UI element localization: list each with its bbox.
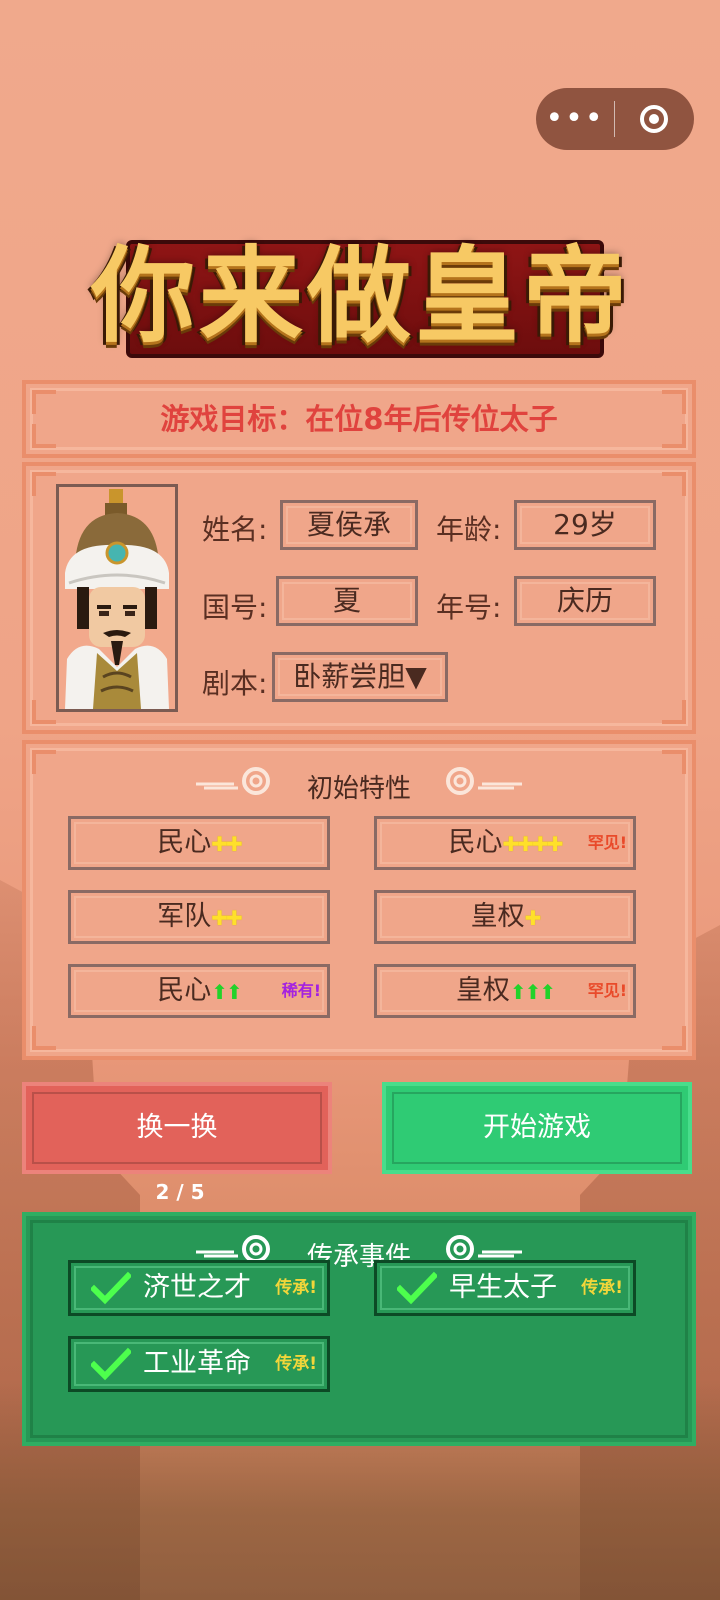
country-label: 国号: xyxy=(202,591,268,624)
legacy-event-card: 早生太子 传承! xyxy=(374,1260,636,1316)
trait-card: 皇权✚ xyxy=(374,890,636,944)
emperor-portrait xyxy=(56,484,178,712)
emperor-portrait-image xyxy=(59,487,175,709)
legacy-event-name: 工业革命 xyxy=(143,1348,251,1379)
trait-name: 皇权 xyxy=(470,901,525,932)
check-icon xyxy=(397,1271,437,1305)
more-icon[interactable]: ••• xyxy=(536,88,614,150)
trait-name: 民心 xyxy=(448,827,503,858)
trait-card: 皇权⬆⬆⬆ 罕见! xyxy=(374,964,636,1018)
trait-card: 民心✚✚ xyxy=(68,816,330,870)
check-icon xyxy=(91,1271,131,1305)
emperor-profile-panel: 姓名: 夏侯承 年龄: 29岁 国号: 夏 年号: 庆历 剧本: 卧薪尝胆▼ xyxy=(22,462,696,734)
plus-icon: ✚ xyxy=(524,906,542,930)
goal-text: 游戏目标：在位8年后传位太子 xyxy=(160,402,558,436)
plus-icon: ✚✚✚✚ xyxy=(502,832,563,856)
trait-name: 皇权 xyxy=(455,975,510,1006)
age-label: 年龄: xyxy=(436,513,502,546)
script-label: 剧本: xyxy=(202,667,268,700)
age-field: 29岁 xyxy=(514,500,656,550)
trait-name: 军队 xyxy=(157,901,212,932)
trait-card: 民心⬆⬆ 稀有! xyxy=(68,964,330,1018)
legacy-event-name: 早生太子 xyxy=(449,1272,557,1303)
trait-rarity-badge: 罕见! xyxy=(587,981,627,1000)
trait-name: 民心 xyxy=(157,975,212,1006)
miniprogram-capsule: ••• xyxy=(536,88,694,150)
legacy-badge: 传承! xyxy=(275,1354,317,1374)
up-arrow-icon: ⬆⬆⬆ xyxy=(509,980,556,1004)
legacy-badge: 传承! xyxy=(275,1278,317,1298)
goal-banner: 游戏目标：在位8年后传位太子 xyxy=(22,380,696,458)
legacy-badge: 传承! xyxy=(581,1278,623,1298)
legacy-event-card: 济世之才 传承! xyxy=(68,1260,330,1316)
check-icon xyxy=(91,1347,131,1381)
trait-name: 民心 xyxy=(157,827,212,858)
script-dropdown[interactable]: 卧薪尝胆▼ xyxy=(272,652,448,702)
legacy-event-card: 工业革命 传承! xyxy=(68,1336,330,1392)
game-title: 你来做皇帝 xyxy=(90,234,631,357)
initial-traits-panel: 初始特性 民心✚✚ 民心✚✚✚✚ 罕见! 军队✚✚ 皇权✚ 民心⬆⬆ 稀有! 皇权⬆⬆⬆ 罕见! xyxy=(22,740,696,1060)
legacy-events-panel: 传承事件 济世之才 传承! 早生太子 传承! 工业革命 传承! xyxy=(22,1212,696,1446)
cloud-ornament-right-icon xyxy=(446,767,522,795)
traits-title: 初始特性 xyxy=(306,774,411,804)
era-field: 庆历 xyxy=(514,576,656,626)
trait-rarity-badge: 稀有! xyxy=(281,981,321,1000)
trait-label: 民心✚✚ xyxy=(71,819,327,868)
up-arrow-icon: ⬆⬆ xyxy=(211,980,242,1004)
trait-card: 军队✚✚ xyxy=(68,890,330,944)
game-logo: 你来做皇帝 xyxy=(86,222,636,370)
name-field: 夏侯承 xyxy=(280,500,418,550)
close-target-icon[interactable] xyxy=(615,88,693,150)
swap-counter: 2 / 5 xyxy=(155,1180,205,1204)
start-game-button[interactable]: 开始游戏 xyxy=(382,1082,692,1174)
trait-card: 民心✚✚✚✚ 罕见! xyxy=(374,816,636,870)
trait-label: 皇权✚ xyxy=(377,893,633,942)
legacy-event-name: 济世之才 xyxy=(143,1272,251,1303)
country-field: 夏 xyxy=(276,576,418,626)
era-label: 年号: xyxy=(436,591,502,624)
plus-icon: ✚✚ xyxy=(211,906,242,930)
trait-rarity-badge: 罕见! xyxy=(587,833,627,852)
trait-label: 军队✚✚ xyxy=(71,893,327,942)
plus-icon: ✚✚ xyxy=(211,832,242,856)
name-label: 姓名: xyxy=(202,513,268,546)
swap-button[interactable]: 换一换 xyxy=(22,1082,332,1174)
